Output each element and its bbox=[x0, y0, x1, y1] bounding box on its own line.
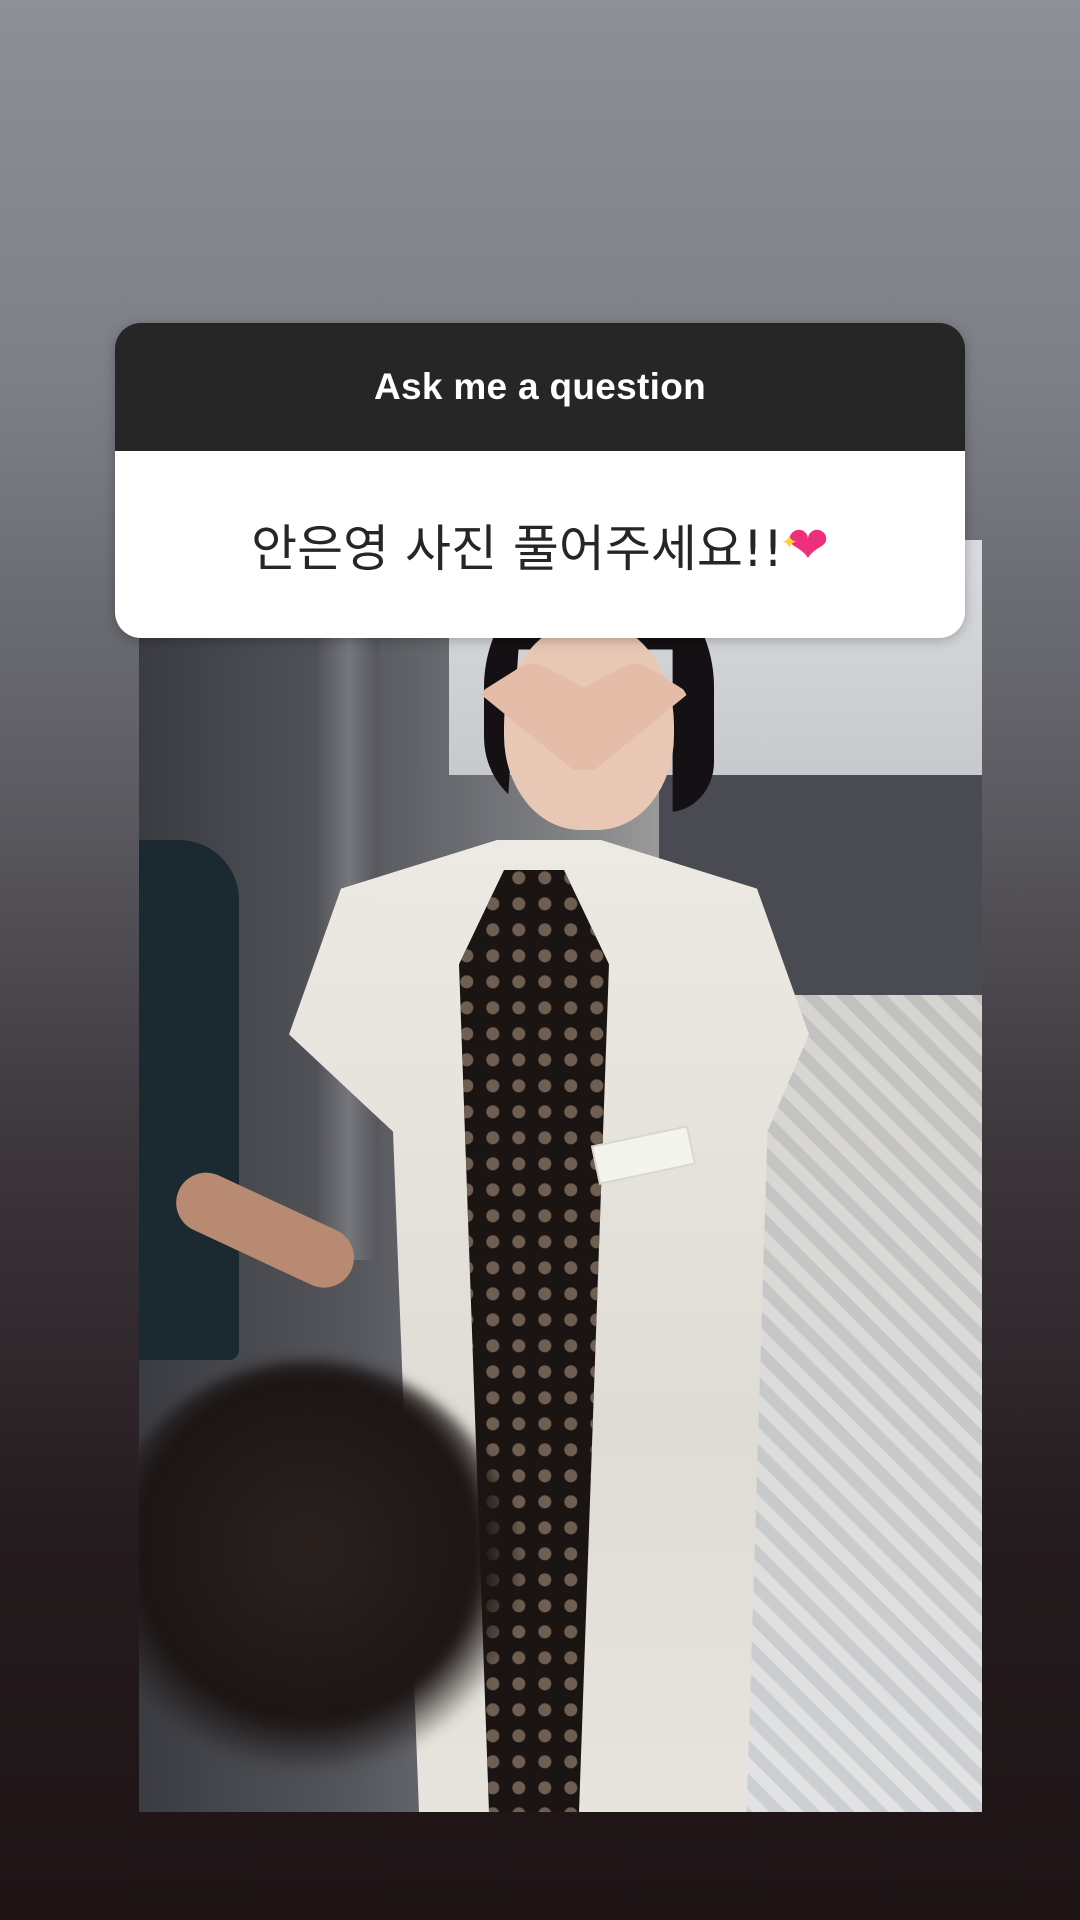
question-sticker-header: Ask me a question bbox=[115, 323, 965, 451]
sparkling-heart-icon: ❤ ✦ bbox=[780, 515, 829, 574]
question-answer-text: 안은영 사진 풀어주세요!! bbox=[251, 519, 783, 578]
story-screen: { "question_sticker": { "header": "Ask m… bbox=[0, 0, 1080, 1920]
question-sticker-answer: 안은영 사진 풀어주세요!! ❤ ✦ bbox=[115, 451, 965, 638]
story-photo bbox=[139, 540, 982, 1812]
photo-background-person bbox=[139, 840, 239, 1360]
question-sticker-title: Ask me a question bbox=[373, 366, 707, 407]
sparkle-icon: ✦ bbox=[780, 529, 798, 554]
question-sticker[interactable]: Ask me a question 안은영 사진 풀어주세요!! ❤ ✦ bbox=[115, 323, 965, 638]
